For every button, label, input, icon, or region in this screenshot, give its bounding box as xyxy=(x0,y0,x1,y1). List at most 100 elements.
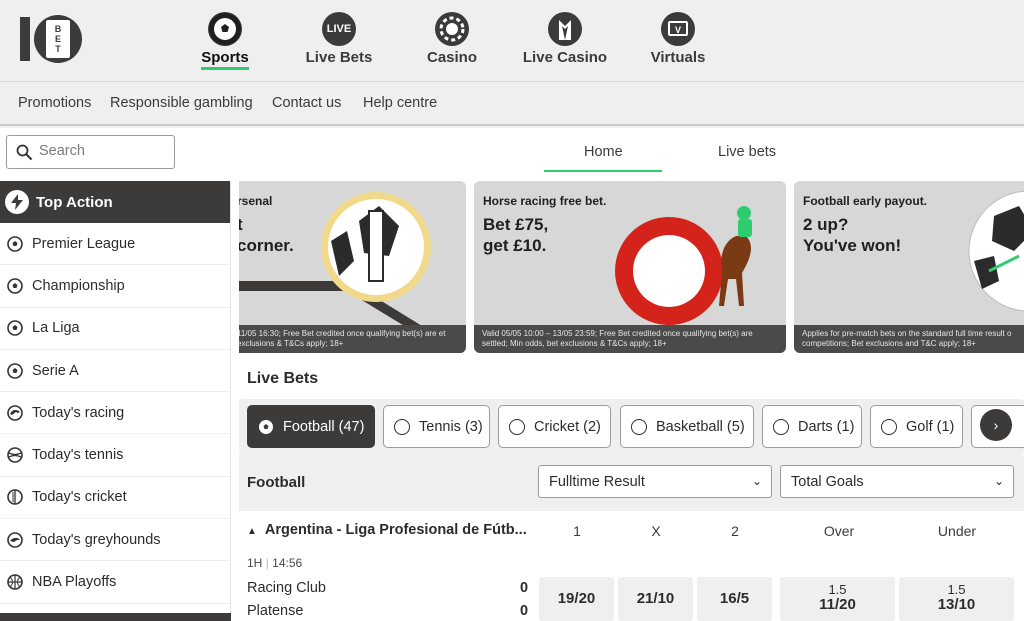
sidebar-item-serie-a[interactable]: Serie A xyxy=(0,350,230,393)
sidebar-top-action[interactable]: Top Action xyxy=(0,181,230,223)
live-bets-heading: Live Bets xyxy=(247,370,319,387)
chip-label: Basketball (5) xyxy=(656,418,745,435)
match-time: 14:56 xyxy=(272,556,303,570)
sidebar-top-label: Top Action xyxy=(36,193,113,211)
tv-icon: V xyxy=(661,12,695,46)
col-over: Over xyxy=(823,523,855,539)
match-clock: 1H | 14:56 xyxy=(247,556,303,570)
market-select-2[interactable]: Total Goals ⌄ xyxy=(780,465,1014,498)
sport-filter-bar: Football (47) Tennis (3) Cricket (2) Bas… xyxy=(239,399,1024,455)
chip-darts[interactable]: Darts (1) xyxy=(762,405,862,448)
tennis-icon xyxy=(6,447,23,464)
sidebar-item-todays-tennis[interactable]: Today's tennis xyxy=(0,434,230,477)
basketball-icon xyxy=(631,418,647,435)
nav-virtuals[interactable]: V Virtuals xyxy=(623,12,733,67)
link-promotions[interactable]: Promotions xyxy=(18,95,91,111)
chip-label: Tennis (3) xyxy=(419,418,483,435)
link-help-centre[interactable]: Help centre xyxy=(363,95,437,111)
content-tabs: Home Live bets xyxy=(544,128,824,174)
chip-label: Football (47) xyxy=(283,418,365,435)
chip-cricket[interactable]: Cricket (2) xyxy=(498,405,611,448)
market-selector-row: Football Fulltime Result ⌄ Total Goals ⌄ xyxy=(239,455,1024,511)
dartboard-icon xyxy=(773,418,789,435)
promo-banner[interactable]: Football early payout. 2 up? You've won!… xyxy=(794,181,1024,353)
away-score: 0 xyxy=(520,603,529,619)
odds-home-button[interactable]: 19/20 xyxy=(539,577,614,621)
nav-live-bets[interactable]: LIVE Live Bets xyxy=(284,12,394,67)
chip-football[interactable]: Football (47) xyxy=(247,405,375,448)
promo-banner[interactable]: rsenal t corner. 11/05 16:30; Free Bet c… xyxy=(239,181,466,353)
nav-live-bets-label: Live Bets xyxy=(305,49,373,66)
sidebar: Top Action Premier League Championship L… xyxy=(0,181,231,621)
market-select-1[interactable]: Fulltime Result ⌄ xyxy=(538,465,772,498)
nav-live-casino-label: Live Casino xyxy=(522,49,608,66)
chip-basketball[interactable]: Basketball (5) xyxy=(620,405,754,448)
banner-title: rsenal xyxy=(239,194,273,208)
golf-icon xyxy=(881,418,897,435)
live-icon: LIVE xyxy=(322,12,356,46)
over-price: 11/20 xyxy=(819,596,856,613)
search-icon xyxy=(16,144,33,161)
chip-label: Darts (1) xyxy=(798,418,855,435)
sidebar-item-label: Serie A xyxy=(32,362,79,379)
sidebar-item-todays-cricket[interactable]: Today's cricket xyxy=(0,477,230,520)
chip-label: Cricket (2) xyxy=(534,418,601,435)
odds-away-button[interactable]: 16/5 xyxy=(697,577,772,621)
nav-live-casino[interactable]: Live Casino xyxy=(510,12,620,67)
under-price: 13/10 xyxy=(937,596,976,613)
football-icon xyxy=(6,277,23,294)
home-team[interactable]: Racing Club xyxy=(247,580,326,596)
search-box[interactable] xyxy=(6,135,175,169)
search-input[interactable] xyxy=(39,143,169,159)
banner-headline: 2 up? You've won! xyxy=(803,215,902,255)
league-header[interactable]: ▲ Argentina - Liga Profesional de Fútb...… xyxy=(239,511,1024,551)
link-contact-us[interactable]: Contact us xyxy=(272,95,341,111)
nav-sports[interactable]: Sports xyxy=(170,12,280,70)
brand-logo[interactable]: B E T xyxy=(18,14,86,64)
tennis-icon xyxy=(394,418,410,435)
sidebar-item-premier-league[interactable]: Premier League xyxy=(0,223,230,266)
banner-title: Football early payout. xyxy=(803,194,928,208)
promo-banner[interactable]: Horse racing free bet. Bet £75, get £10.… xyxy=(474,181,786,353)
sidebar-item-nba-playoffs[interactable]: NBA Playoffs xyxy=(0,561,230,604)
tab-live-bets[interactable]: Live bets xyxy=(718,144,776,160)
nav-casino[interactable]: Casino xyxy=(397,12,507,67)
football-icon xyxy=(6,362,23,379)
nav-sports-label: Sports xyxy=(201,49,249,70)
cricket-icon xyxy=(509,418,525,435)
sidebar-item-la-liga[interactable]: La Liga xyxy=(0,308,230,350)
chip-golf[interactable]: Golf (1) xyxy=(870,405,963,448)
market-sport-label: Football xyxy=(247,474,306,491)
banner-terms: 11/05 16:30; Free Bet credited once qual… xyxy=(239,325,466,353)
col-away: 2 xyxy=(731,523,739,539)
odds-under-button[interactable]: 1.5 13/10 xyxy=(899,577,1014,621)
nav-virtuals-label: Virtuals xyxy=(650,49,706,66)
away-team[interactable]: Platense xyxy=(247,603,303,619)
league-name: ▲ Argentina - Liga Profesional de Fútb... xyxy=(247,522,527,538)
horse-icon xyxy=(6,404,23,421)
link-responsible-gambling[interactable]: Responsible gambling xyxy=(110,95,253,111)
sidebar-item-championship[interactable]: Championship xyxy=(0,265,230,308)
svg-text:B: B xyxy=(55,24,62,34)
svg-text:E: E xyxy=(55,34,61,44)
svg-text:V: V xyxy=(675,25,681,35)
chip-label: Golf (1) xyxy=(906,418,955,435)
sidebar-footer-bar xyxy=(0,613,231,621)
tab-home[interactable]: Home xyxy=(584,144,623,160)
sidebar-item-todays-greyhounds[interactable]: Today's greyhounds xyxy=(0,519,230,562)
sidebar-item-label: Today's tennis xyxy=(32,447,124,464)
top-header: B E T Sports LIVE Live Bets Casino Live … xyxy=(0,0,1024,82)
chip-tennis[interactable]: Tennis (3) xyxy=(383,405,490,448)
sidebar-item-label: Today's racing xyxy=(32,404,125,421)
home-score: 0 xyxy=(520,580,529,596)
greyhound-icon xyxy=(6,531,23,548)
football-icon xyxy=(258,419,274,435)
odds-over-button[interactable]: 1.5 11/20 xyxy=(780,577,895,621)
sidebar-item-label: La Liga xyxy=(32,320,80,337)
sidebar-item-todays-racing[interactable]: Today's racing xyxy=(0,392,230,435)
odds-draw-button[interactable]: 21/10 xyxy=(618,577,693,621)
select-value: Fulltime Result xyxy=(549,474,645,490)
col-draw: X xyxy=(651,523,661,539)
scroll-right-button[interactable]: › xyxy=(980,409,1012,441)
sidebar-item-label: Premier League xyxy=(32,235,136,252)
